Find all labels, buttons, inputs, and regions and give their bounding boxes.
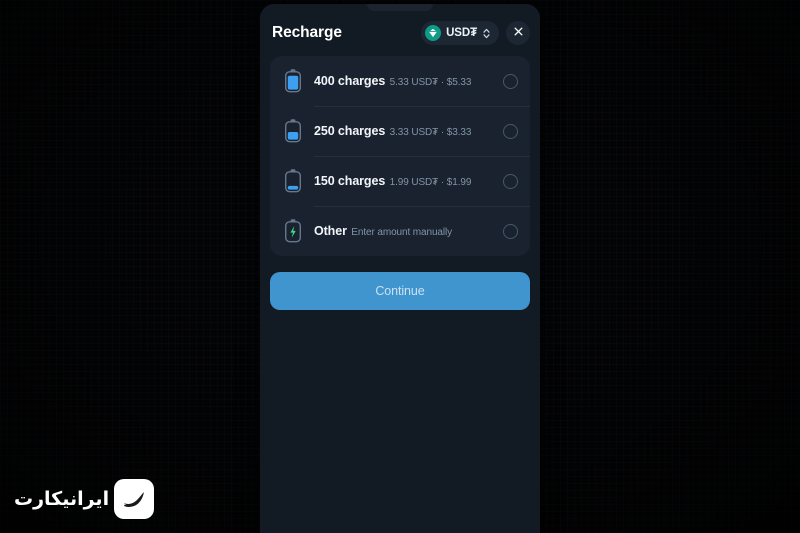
option-text: Other Enter amount manually: [306, 222, 503, 240]
battery-half-icon: [280, 117, 306, 145]
recharge-option-row[interactable]: 150 charges 1.99 USD₮ · $1.99: [270, 156, 530, 206]
option-radio-button[interactable]: [503, 73, 518, 89]
recharge-modal-panel: Recharge USD₮ 400 charges 5.33 USD₮ · $5…: [260, 4, 540, 533]
recharge-option-row[interactable]: 250 charges 3.33 USD₮ · $3.33: [270, 106, 530, 156]
battery-low-icon: [280, 167, 306, 195]
continue-button-label: Continue: [375, 284, 425, 298]
currency-label: USD₮: [446, 27, 477, 39]
currency-selector[interactable]: USD₮: [421, 21, 499, 45]
option-text: 400 charges 5.33 USD₮ · $5.33: [306, 72, 503, 90]
option-text: 250 charges 3.33 USD₮ · $3.33: [306, 122, 503, 140]
option-subtitle: 3.33 USD₮ · $3.33: [389, 127, 472, 138]
recharge-options-list: 400 charges 5.33 USD₮ · $5.33 250 charge…: [270, 56, 530, 256]
recharge-option-row[interactable]: 400 charges 5.33 USD₮ · $5.33: [270, 56, 530, 106]
continue-button[interactable]: Continue: [270, 272, 530, 310]
recharge-option-row[interactable]: Other Enter amount manually: [270, 206, 530, 256]
battery-bolt-icon: [280, 217, 306, 245]
close-icon: [513, 24, 524, 42]
option-subtitle: 1.99 USD₮ · $1.99: [389, 177, 472, 188]
option-title: Other: [314, 224, 347, 238]
watermark-text: ایرانیکارت: [14, 488, 110, 510]
option-radio-button[interactable]: [503, 223, 518, 239]
option-title: 150 charges: [314, 174, 386, 188]
option-subtitle: Enter amount manually: [351, 227, 453, 238]
option-radio-button[interactable]: [503, 173, 518, 189]
modal-header: Recharge USD₮: [260, 4, 540, 54]
option-radio-button[interactable]: [503, 123, 518, 139]
close-button[interactable]: [506, 21, 530, 45]
tether-diamond-icon: [425, 25, 442, 41]
battery-full-icon: [280, 67, 306, 95]
iranicard-logo-icon: [114, 479, 155, 519]
watermark: ایرانیکارت: [14, 479, 155, 519]
option-title: 250 charges: [314, 124, 386, 138]
chevron-up-down-icon: [482, 27, 491, 40]
page-title: Recharge: [272, 24, 342, 41]
option-subtitle: 5.33 USD₮ · $5.33: [389, 77, 472, 88]
option-title: 400 charges: [314, 74, 386, 88]
option-text: 150 charges 1.99 USD₮ · $1.99: [306, 172, 503, 190]
